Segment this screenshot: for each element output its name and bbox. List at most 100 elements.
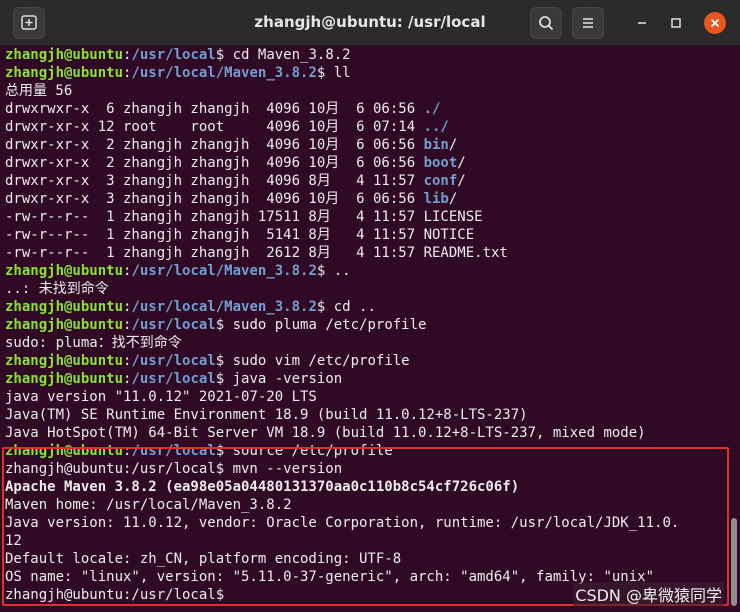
terminal-line: -rw-r--r-- 1 zhangjh zhangjh 17511 8月 4 … [5, 208, 728, 226]
terminal-text: drwxr-xr-x 2 zhangjh zhangjh 4096 10月 6 … [5, 155, 424, 171]
terminal-text: drwxr-xr-x 12 root root 4096 10月 6 07:14 [5, 119, 424, 135]
terminal-text: 12 [5, 533, 22, 549]
terminal-line: Apache Maven 3.8.2 (ea98e05a04480131370a… [5, 478, 728, 496]
prompt-path: /usr/local [131, 353, 216, 369]
maximize-button[interactable] [665, 12, 687, 34]
close-button[interactable] [704, 12, 726, 34]
terminal-line: 总用量 56 [5, 82, 728, 100]
terminal-text: drwxr-xr-x 3 zhangjh zhangjh 4096 8月 4 1… [5, 173, 424, 189]
prompt-path: /usr/local/Maven_3.8.2 [131, 263, 317, 279]
prompt-user-host: zhangjh@ubuntu [5, 353, 124, 369]
maximize-icon [671, 18, 681, 28]
terminal-text: Maven home: /usr/local/Maven_3.8.2 [5, 497, 292, 513]
terminal-text: $ .. [316, 263, 351, 279]
terminal-line: drwxr-xr-x 2 zhangjh zhangjh 4096 10月 6 … [5, 136, 728, 154]
terminal-text: zhangjh@ubuntu:/usr/local$ [5, 587, 225, 603]
terminal-text: $ source /etc/profile [215, 443, 393, 459]
terminal-line: zhangjh@ubuntu:/usr/local$ mvn --version [5, 460, 728, 478]
terminal-text: -rw-r--r-- 1 zhangjh zhangjh 17511 8月 4 … [5, 209, 483, 225]
terminal-line: zhangjh@ubuntu:/usr/local/Maven_3.8.2$ .… [5, 262, 728, 280]
terminal-text: OS name: "linux", version: "5.11.0-37-ge… [5, 569, 655, 585]
terminal-text: -rw-r--r-- 1 zhangjh zhangjh 5141 8月 4 1… [5, 227, 475, 243]
terminal-line: ..: 未找到命令 [5, 280, 728, 298]
terminal-line: zhangjh@ubuntu:/usr/local/Maven_3.8.2$ l… [5, 64, 728, 82]
terminal-line: Java HotSpot(TM) 64-Bit Server VM 18.9 (… [5, 424, 728, 442]
terminal-line: zhangjh@ubuntu:/usr/local$ java -version [5, 370, 728, 388]
terminal-text: 总用量 56 [5, 83, 73, 99]
terminal-text: $ ll [316, 65, 351, 81]
terminal-line: sudo: pluma：找不到命令 [5, 334, 728, 352]
terminal-text: Java(TM) SE Runtime Environment 18.9 (bu… [5, 407, 528, 423]
terminal-text: drwxr-xr-x 2 zhangjh zhangjh 4096 10月 6 … [5, 137, 424, 153]
terminal-text: / [448, 191, 458, 207]
prompt-user-host: zhangjh@ubuntu [5, 299, 124, 315]
terminal-text: ..: 未找到命令 [5, 281, 109, 297]
directory-name: ../ [423, 119, 449, 135]
terminal-text: sudo: pluma：找不到命令 [5, 335, 182, 351]
terminal-window: zhangjh@ubuntu: /usr/local zhangjh@ubunt… [0, 0, 740, 612]
search-button[interactable] [530, 7, 562, 39]
directory-name: conf [423, 173, 458, 189]
prompt-path: /usr/local [131, 443, 216, 459]
terminal-line: zhangjh@ubuntu:/usr/local$ source /etc/p… [5, 442, 728, 460]
terminal-line: java version "11.0.12" 2021-07-20 LTS [5, 388, 728, 406]
terminal-line: drwxr-xr-x 12 root root 4096 10月 6 07:14… [5, 118, 728, 136]
minimize-icon [638, 22, 646, 24]
scrollbar[interactable] [731, 518, 737, 606]
minimize-button[interactable] [631, 12, 653, 34]
terminal-text: drwxr-xr-x 3 zhangjh zhangjh 4096 10月 6 … [5, 191, 424, 207]
terminal-text: / [448, 137, 458, 153]
terminal-line: drwxr-xr-x 3 zhangjh zhangjh 4096 8月 4 1… [5, 172, 728, 190]
prompt-user-host: zhangjh@ubuntu [5, 47, 124, 63]
terminal-line: Default locale: zh_CN, platform encoding… [5, 550, 728, 568]
hamburger-menu-icon [583, 18, 593, 28]
prompt-user-host: zhangjh@ubuntu [5, 65, 124, 81]
terminal-line: zhangjh@ubuntu:/usr/local$ cd Maven_3.8.… [5, 46, 728, 64]
watermark: CSDN @卑微猿同学 [573, 582, 724, 606]
prompt-user-host: zhangjh@ubuntu [5, 371, 124, 387]
prompt-path: /usr/local [131, 317, 216, 333]
terminal-text: Default locale: zh_CN, platform encoding… [5, 551, 402, 567]
window-title: zhangjh@ubuntu: /usr/local [254, 13, 486, 31]
prompt-path: /usr/local/Maven_3.8.2 [131, 65, 317, 81]
search-icon [539, 16, 554, 31]
terminal-text: $ cd .. [316, 299, 376, 315]
terminal-line: 12 [5, 532, 728, 550]
close-icon [710, 18, 720, 28]
menu-button[interactable] [572, 7, 604, 39]
terminal-text: Java version: 11.0.12, vendor: Oracle Co… [5, 515, 680, 531]
terminal-line: drwxr-xr-x 2 zhangjh zhangjh 4096 10月 6 … [5, 154, 728, 172]
terminal-line: drwxr-xr-x 3 zhangjh zhangjh 4096 10月 6 … [5, 190, 728, 208]
prompt-path: /usr/local/Maven_3.8.2 [131, 299, 317, 315]
terminal-line: zhangjh@ubuntu:/usr/local$ sudo pluma /e… [5, 316, 728, 334]
prompt-path: /usr/local [131, 47, 216, 63]
terminal-line: -rw-r--r-- 1 zhangjh zhangjh 5141 8月 4 1… [5, 226, 728, 244]
terminal-line: Maven home: /usr/local/Maven_3.8.2 [5, 496, 728, 514]
terminal-text: $ cd Maven_3.8.2 [215, 47, 351, 63]
terminal-text: / [457, 155, 466, 171]
terminal-output[interactable]: zhangjh@ubuntu:/usr/local$ cd Maven_3.8.… [0, 46, 728, 612]
title-bar: zhangjh@ubuntu: /usr/local [0, 0, 740, 46]
terminal-line: drwxrwxr-x 6 zhangjh zhangjh 4096 10月 6 … [5, 100, 728, 118]
directory-name: ./ [423, 101, 441, 117]
terminal-text: / [457, 173, 466, 189]
prompt-user-host: zhangjh@ubuntu [5, 263, 124, 279]
prompt-user-host: zhangjh@ubuntu [5, 443, 124, 459]
terminal-line: Java(TM) SE Runtime Environment 18.9 (bu… [5, 406, 728, 424]
terminal-text: Apache Maven 3.8.2 (ea98e05a04480131370a… [5, 479, 520, 495]
terminal-line: zhangjh@ubuntu:/usr/local$ sudo vim /etc… [5, 352, 728, 370]
terminal-line: -rw-r--r-- 1 zhangjh zhangjh 2612 8月 4 1… [5, 244, 728, 262]
prompt-user-host: zhangjh@ubuntu [5, 317, 124, 333]
terminal-line: zhangjh@ubuntu:/usr/local/Maven_3.8.2$ c… [5, 298, 728, 316]
directory-name: boot [423, 155, 458, 171]
terminal-text: $ sudo pluma /etc/profile [215, 317, 427, 333]
terminal-text: Java HotSpot(TM) 64-Bit Server VM 18.9 (… [5, 425, 646, 441]
terminal-text: -rw-r--r-- 1 zhangjh zhangjh 2612 8月 4 1… [5, 245, 508, 261]
terminal-line: Java version: 11.0.12, vendor: Oracle Co… [5, 514, 728, 532]
directory-name: bin [423, 137, 449, 153]
terminal-text: zhangjh@ubuntu:/usr/local$ mvn --version [5, 461, 343, 477]
directory-name: lib [423, 191, 449, 207]
terminal-text: $ sudo vim /etc/profile [215, 353, 410, 369]
terminal-text: java version "11.0.12" 2021-07-20 LTS [5, 389, 317, 405]
terminal-text: drwxrwxr-x 6 zhangjh zhangjh 4096 10月 6 … [5, 101, 424, 117]
